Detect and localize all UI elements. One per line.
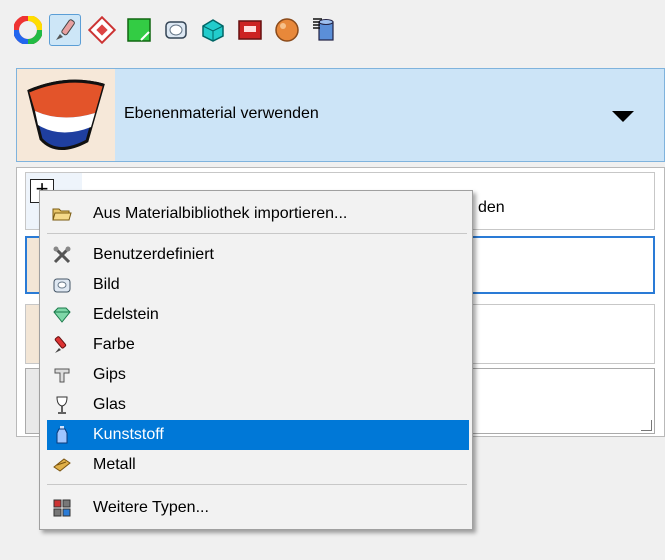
menu-item-farbe[interactable]: Farbe [47, 330, 469, 360]
menu-item-label: Benutzerdefiniert [93, 246, 214, 263]
selector-label: Ebenenmaterial verwenden [124, 105, 319, 122]
red-box-button[interactable] [234, 14, 266, 46]
menu-item-metall[interactable]: Metall [47, 450, 469, 480]
menu-item-kunststoff[interactable]: Kunststoff [47, 420, 469, 450]
menu-item-benutzerdefiniert[interactable]: Benutzerdefiniert [47, 240, 469, 270]
menu-item-label: Edelstein [93, 306, 159, 323]
database-icon [313, 18, 334, 41]
menu-item-glas[interactable]: Glas [47, 390, 469, 420]
texture-pattern-icon [88, 16, 116, 44]
paint-brush-button[interactable] [49, 14, 81, 46]
texture-pattern-button[interactable] [86, 14, 118, 46]
dropdown-arrow-icon[interactable] [612, 111, 634, 122]
green-surface-button[interactable] [123, 14, 155, 46]
green-surface-icon [127, 18, 151, 42]
material-preview-thumbnail [17, 69, 115, 161]
tools-icon [53, 246, 71, 264]
menu-item-label: Aus Materialbibliothek importieren... [93, 205, 348, 222]
menu-item-label: Gips [93, 366, 126, 383]
menu-separator [47, 484, 467, 485]
database-button[interactable] [308, 14, 340, 46]
paint-brush-icon [56, 19, 75, 40]
orange-sphere-icon [275, 18, 299, 42]
menu-item-label: Glas [93, 396, 126, 413]
red-box-icon [238, 20, 262, 40]
grid-icon [53, 499, 71, 517]
glass-object-icon [165, 21, 187, 39]
menu-item-label: Kunststoff [93, 426, 164, 443]
menu-item-label: Metall [93, 456, 136, 473]
wine-glass-icon [56, 396, 68, 414]
layer-material-icon [27, 79, 105, 150]
orange-sphere-button[interactable] [271, 14, 303, 46]
plaster-icon [54, 368, 70, 383]
menu-item-bild[interactable]: Bild [47, 270, 469, 300]
list-item-label: den [478, 199, 505, 216]
menu-item-label: Bild [93, 276, 120, 293]
menu-item-label: Weitere Typen... [93, 499, 209, 516]
material-type-toolbar [12, 14, 345, 58]
menu-item-label: Farbe [93, 336, 135, 353]
paint-icon [54, 336, 67, 353]
glass-object-button[interactable] [160, 14, 192, 46]
resize-corner-icon [641, 420, 652, 431]
folder-open-icon [52, 208, 72, 221]
plastic-bottle-icon [56, 426, 68, 444]
menu-item-edelstein[interactable]: Edelstein [47, 300, 469, 330]
menu-item-more-types[interactable]: Weitere Typen... [47, 493, 469, 523]
menu-item-gips[interactable]: Gips [47, 360, 469, 390]
picture-icon [53, 278, 71, 293]
gem-icon [53, 307, 71, 323]
layer-material-selector[interactable]: Ebenenmaterial verwenden [16, 68, 665, 162]
menu-separator [47, 233, 467, 234]
color-wheel-button[interactable] [12, 14, 44, 46]
color-wheel-icon [14, 16, 42, 44]
context-menu: Aus Materialbibliothek importieren... Be… [39, 190, 473, 530]
cyan-shape-button[interactable] [197, 14, 229, 46]
cyan-shape-icon [202, 19, 224, 42]
metal-icon [53, 458, 71, 472]
menu-item-import-library[interactable]: Aus Materialbibliothek importieren... [47, 199, 469, 229]
